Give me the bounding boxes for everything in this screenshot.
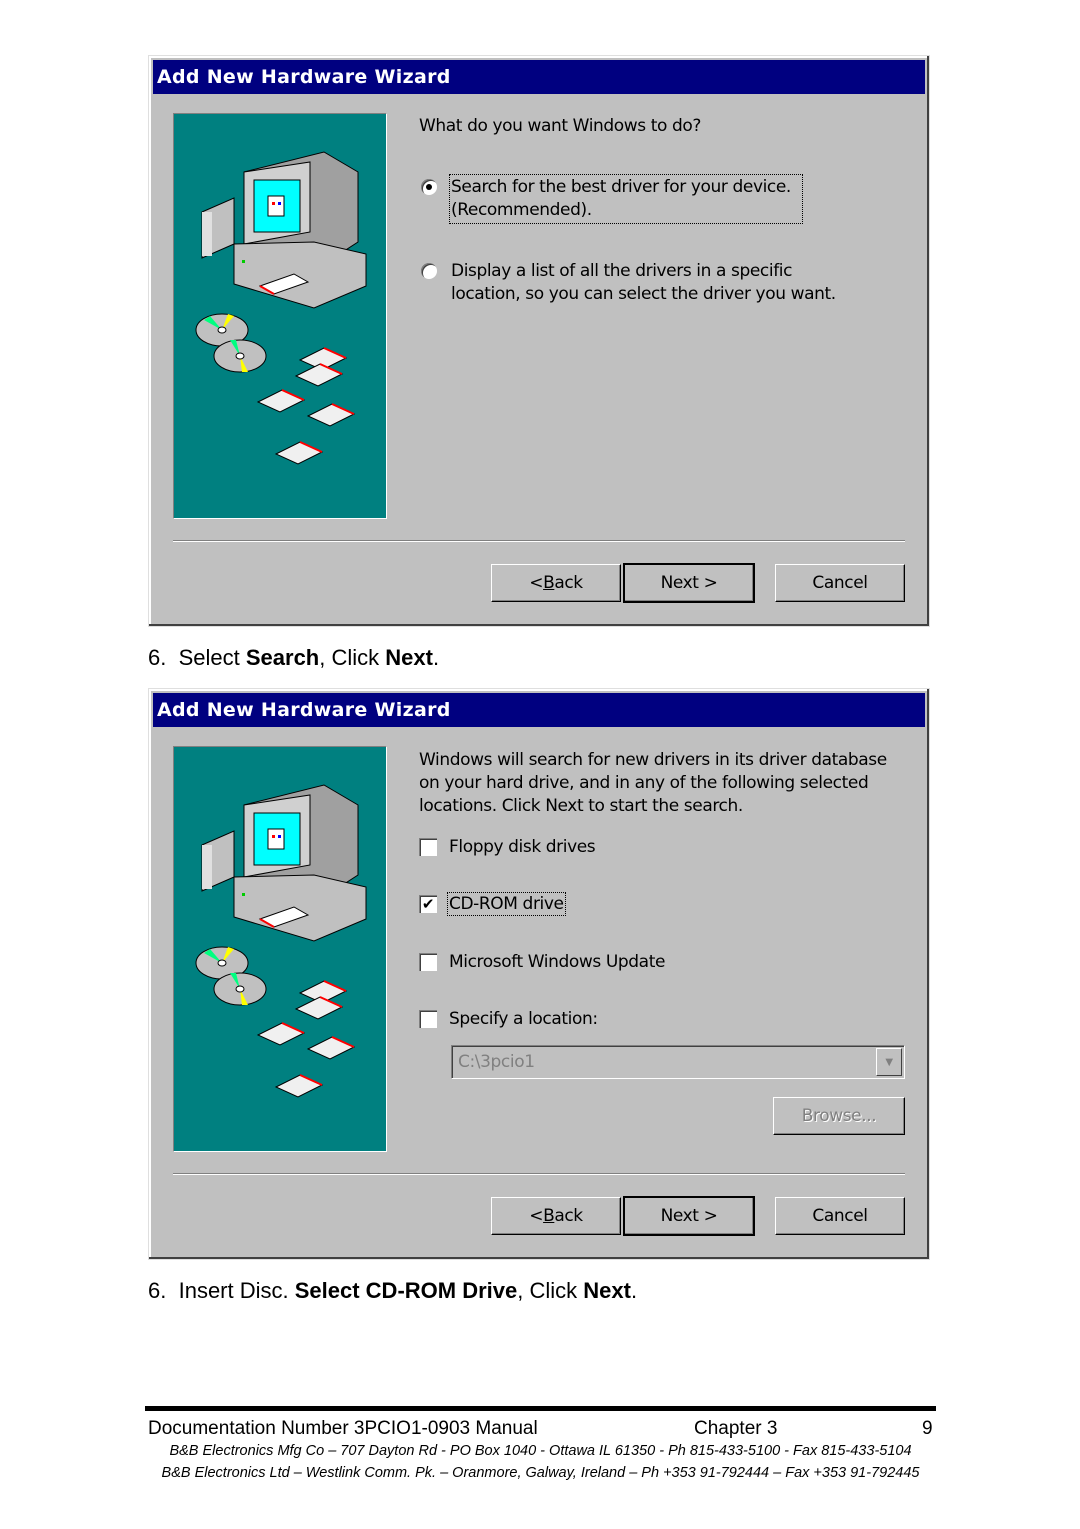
checkbox-windows-update[interactable]: Microsoft Windows Update [419, 952, 665, 972]
footer-doc-number: Documentation Number 3PCIO1-0903 Manual [148, 1418, 538, 1439]
back-button[interactable]: < Back [491, 1197, 621, 1235]
wizard-description: Windows will search for new drivers in i… [419, 750, 887, 816]
separator [173, 1173, 905, 1175]
checkmark-icon[interactable]: ✔ [419, 895, 437, 913]
radio-button-unselected[interactable] [421, 263, 437, 279]
wizard-illustration-panel [173, 746, 387, 1152]
checkbox-floppy-disk-drives[interactable]: Floppy disk drives [419, 837, 596, 857]
radio-search-best-driver[interactable]: Search for the best driver for your devi… [421, 174, 803, 224]
next-button[interactable]: Next > [623, 1196, 755, 1236]
footer-address-us: B&B Electronics Mfg Co – 707 Dayton Rd -… [169, 1443, 912, 1459]
footer-rule [145, 1406, 936, 1411]
checkbox-cd-rom-drive[interactable]: ✔ CD-ROM drive [419, 892, 566, 916]
separator [173, 540, 905, 542]
instruction-caption-step-6a: 6. Select Search, Click Next. [148, 645, 440, 670]
dialog-title-bar: Add New Hardware Wizard [153, 693, 925, 727]
radio-label-display-list[interactable]: Display a list of all the drivers in a s… [451, 260, 836, 306]
cancel-button[interactable]: Cancel [775, 564, 905, 602]
checkbox-box[interactable] [419, 953, 437, 971]
dialog-title-bar: Add New Hardware Wizard [153, 60, 925, 94]
cancel-button[interactable]: Cancel [775, 1197, 905, 1235]
location-combobox[interactable]: C:\3pcio1 ▼ [451, 1045, 905, 1079]
radio-display-driver-list[interactable]: Display a list of all the drivers in a s… [421, 260, 836, 306]
footer-page-number: 9 [922, 1418, 933, 1439]
wizard-prompt: What do you want Windows to do? [419, 116, 702, 136]
hardware-illustration [195, 151, 367, 465]
wizard-dialog-choose-action: Add New Hardware Wizard What do you want… [148, 55, 930, 627]
hardware-illustration [195, 784, 367, 1098]
footer-address-ireland: B&B Electronics Ltd – Westlink Comm. Pk.… [161, 1465, 920, 1481]
footer-chapter: Chapter 3 [694, 1418, 778, 1439]
checkbox-box[interactable] [419, 1010, 437, 1028]
radio-label-search[interactable]: Search for the best driver for your devi… [449, 174, 803, 224]
instruction-caption-step-6b: 6. Insert Disc. Select CD-ROM Drive, Cli… [148, 1278, 638, 1303]
back-button[interactable]: < Back [491, 564, 621, 602]
next-button[interactable]: Next > [623, 563, 755, 603]
checkbox-specify-location[interactable]: Specify a location: [419, 1009, 598, 1029]
wizard-illustration-panel [173, 113, 387, 519]
location-value: C:\3pcio1 [458, 1052, 535, 1072]
radio-button-selected[interactable] [421, 179, 437, 195]
checkbox-box[interactable] [419, 838, 437, 856]
wizard-dialog-search-locations: Add New Hardware Wizard Windows will sea… [148, 688, 930, 1260]
chevron-down-icon[interactable]: ▼ [876, 1048, 902, 1076]
browse-button[interactable]: Browse... [773, 1097, 905, 1135]
